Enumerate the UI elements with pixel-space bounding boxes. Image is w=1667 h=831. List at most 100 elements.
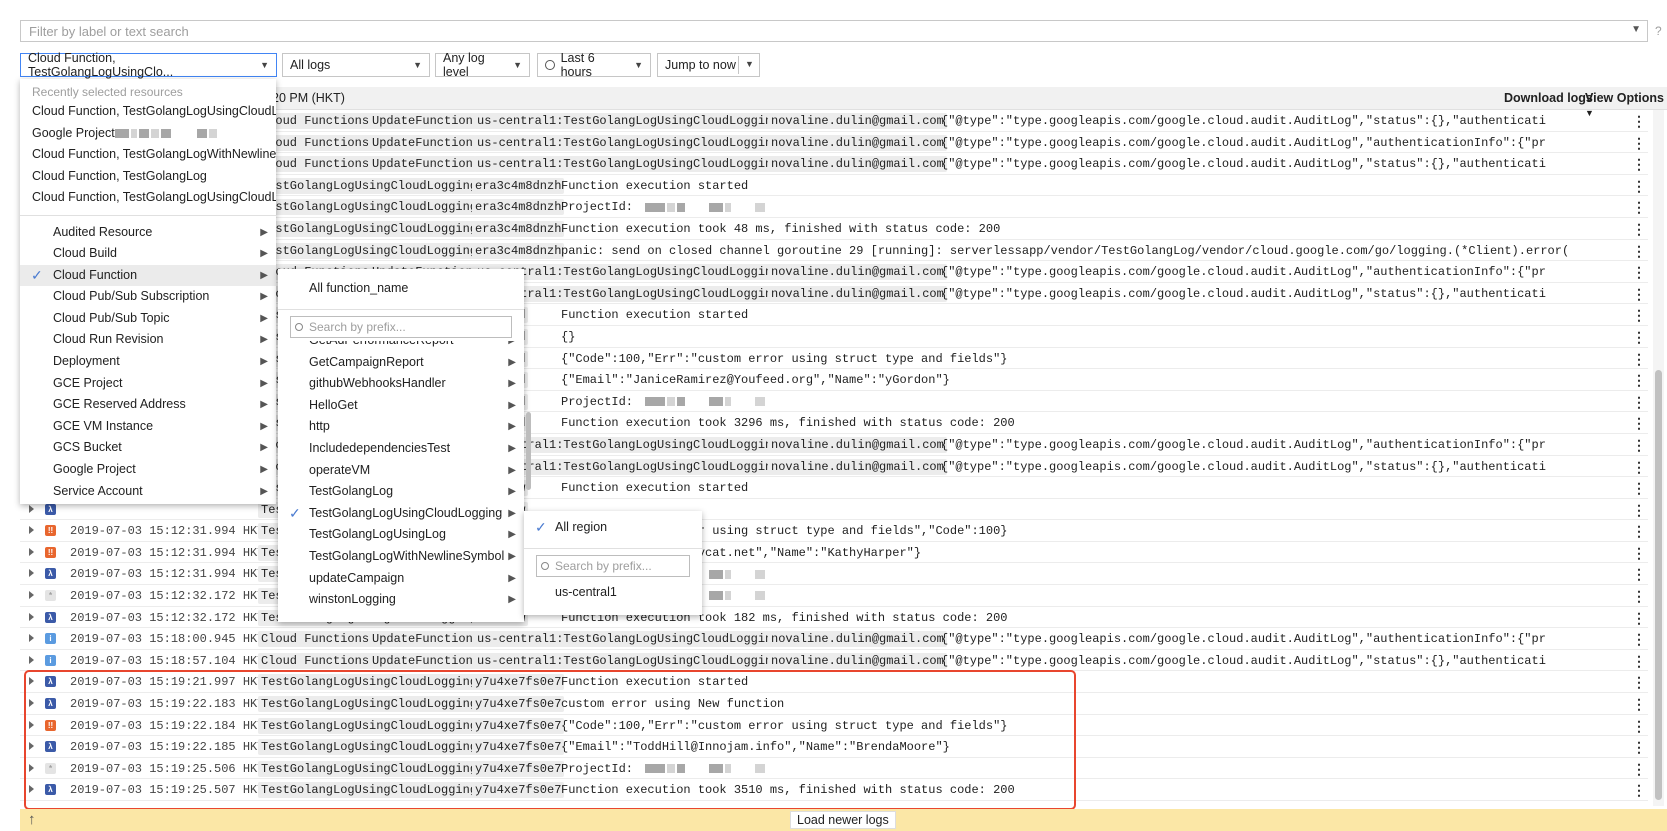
resource-type-item[interactable]: Service Account ▶: [20, 481, 276, 503]
log-field[interactable]: novaline.dulin@gmail.com: [768, 113, 947, 129]
resource-type-item[interactable]: Cloud Run Revision ▶: [20, 329, 276, 351]
help-icon[interactable]: ?: [1655, 24, 1662, 38]
more-vert-icon[interactable]: ⋮: [1632, 631, 1646, 648]
log-field[interactable]: us-central1:TestGolangLogUsingCloudLoggi…: [474, 113, 783, 129]
function-item[interactable]: TestGolangLogUsingLog ▶: [278, 524, 524, 546]
download-logs-button[interactable]: Download logs: [1504, 91, 1593, 105]
log-row[interactable]: !! 2019-07-03 15:12:31.994 HKT TestGolangL…: [20, 520, 1648, 542]
expand-arrow-icon[interactable]: [29, 655, 34, 664]
more-vert-icon[interactable]: ⋮: [1632, 264, 1646, 281]
log-field[interactable]: novaline.dulin@gmail.com: [768, 652, 947, 669]
more-vert-icon[interactable]: ⋮: [1632, 588, 1646, 605]
function-menu-scrollbar[interactable]: [526, 412, 531, 490]
recent-resource-item[interactable]: Cloud Function, TestGolangLogWithNewline…: [20, 144, 276, 166]
more-vert-icon[interactable]: ⋮: [1632, 566, 1646, 583]
more-vert-icon[interactable]: ⋮: [1632, 372, 1646, 389]
more-vert-icon[interactable]: ⋮: [1632, 415, 1646, 432]
more-vert-icon[interactable]: ⋮: [1632, 782, 1646, 799]
function-item[interactable]: IncludedependenciesTest ▶: [278, 438, 524, 460]
log-field[interactable]: novaline.dulin@gmail.com: [768, 285, 947, 302]
log-field[interactable]: era3c4m8dnzh: [472, 199, 565, 216]
function-item[interactable]: GetAdPerformanceReport ▶: [278, 341, 524, 352]
log-row[interactable]: *2019-07-03 15:12:32.172 HKTTestGolangLo…: [20, 585, 1648, 607]
more-vert-icon[interactable]: ⋮: [1632, 307, 1646, 324]
function-search-input[interactable]: Search by prefix...: [290, 316, 512, 338]
more-vert-icon[interactable]: ⋮: [1632, 674, 1646, 691]
resource-type-item[interactable]: GCE Reserved Address ▶: [20, 394, 276, 416]
more-vert-icon[interactable]: ⋮: [1632, 718, 1646, 735]
resource-type-item[interactable]: Cloud Pub/Sub Topic ▶: [20, 308, 276, 330]
expand-arrow-icon[interactable]: [29, 569, 34, 578]
log-field[interactable]: era3c4m8dnzh: [472, 220, 565, 237]
log-selector[interactable]: All logs ▼: [282, 53, 430, 77]
more-vert-icon[interactable]: ⋮: [1632, 653, 1646, 670]
more-vert-icon[interactable]: ⋮: [1632, 437, 1646, 454]
more-vert-icon[interactable]: ⋮: [1632, 394, 1646, 411]
more-vert-icon[interactable]: ⋮: [1632, 178, 1646, 195]
function-item[interactable]: HelloGet ▶: [278, 395, 524, 417]
resource-type-item[interactable]: Deployment ▶: [20, 351, 276, 373]
log-field[interactable]: novaline.dulin@gmail.com: [768, 631, 947, 648]
log-field[interactable]: UpdateFunction: [369, 156, 476, 173]
function-item[interactable]: winstonLogging ▶: [278, 589, 524, 611]
more-vert-icon[interactable]: ⋮: [1632, 502, 1646, 519]
more-vert-icon[interactable]: ⋮: [1632, 243, 1646, 260]
log-field[interactable]: us-central1:TestGolangLogUsingCloudLoggi…: [474, 631, 783, 648]
all-region-item[interactable]: ✓ All region: [524, 511, 702, 542]
log-field[interactable]: novaline.dulin@gmail.com: [768, 436, 947, 453]
all-function-name-item[interactable]: All function_name: [278, 269, 524, 303]
log-row[interactable]: λ2019-07-03 15:12:32.172 HKTTestGolangLo…: [20, 607, 1648, 629]
recent-resource-item[interactable]: Cloud Function, TestGolangLogUsingCloudL…: [20, 187, 276, 209]
log-row[interactable]: λ2019-07-03 15:12:31.994 HKTTestGolangLo…: [20, 563, 1648, 586]
log-field[interactable]: TestGolangLogUsingCloudLogging: [258, 242, 481, 259]
resource-type-item[interactable]: Google Project ▶: [20, 459, 276, 481]
more-vert-icon[interactable]: ⋮: [1632, 199, 1646, 216]
expand-arrow-icon[interactable]: [29, 591, 34, 600]
more-vert-icon[interactable]: ⋮: [1632, 113, 1646, 130]
log-field[interactable]: UpdateFunction: [369, 113, 476, 129]
log-field[interactable]: us-central1:TestGolangLogUsingCloudLoggi…: [474, 156, 783, 173]
more-vert-icon[interactable]: ⋮: [1632, 286, 1646, 303]
more-vert-icon[interactable]: ⋮: [1632, 351, 1646, 368]
log-field[interactable]: novaline.dulin@gmail.com: [768, 264, 947, 281]
jump-to-now-button[interactable]: Jump to now ▼: [657, 53, 760, 77]
function-item[interactable]: TestGolangLog ▶: [278, 481, 524, 503]
resource-type-item[interactable]: GCE VM Instance ▶: [20, 416, 276, 438]
resource-type-item[interactable]: ✓ Cloud Function ▶: [20, 264, 276, 287]
more-vert-icon[interactable]: ⋮: [1632, 739, 1646, 756]
more-vert-icon[interactable]: ⋮: [1632, 459, 1646, 476]
recent-resource-item[interactable]: Cloud Function, TestGolangLog: [20, 166, 276, 188]
function-item[interactable]: TestGolangLogWithNewlineSymbol ▶: [278, 546, 524, 568]
log-field[interactable]: UpdateFunction: [369, 631, 476, 648]
log-field[interactable]: era3c4m8dnzh: [472, 242, 565, 259]
resource-type-item[interactable]: Audited Resource ▶: [20, 222, 276, 244]
chevron-down-icon[interactable]: ▼: [745, 59, 754, 69]
expand-arrow-icon[interactable]: [29, 547, 34, 556]
log-field[interactable]: UpdateFunction: [369, 652, 476, 669]
time-range-selector[interactable]: Last 6 hours ▼: [537, 51, 651, 79]
log-field[interactable]: Cloud Functions: [258, 631, 373, 648]
load-newer-logs-button[interactable]: Load newer logs: [790, 811, 896, 829]
log-field[interactable]: novaline.dulin@gmail.com: [768, 156, 947, 173]
log-field[interactable]: novaline.dulin@gmail.com: [768, 458, 947, 475]
more-vert-icon[interactable]: ⋮: [1632, 221, 1646, 238]
function-item[interactable]: GetCampaignReport ▶: [278, 352, 524, 374]
expand-arrow-icon[interactable]: [29, 612, 34, 621]
resource-type-item[interactable]: Cloud Pub/Sub Subscription ▶: [20, 286, 276, 308]
expand-arrow-icon[interactable]: [29, 526, 34, 535]
more-vert-icon[interactable]: ⋮: [1632, 480, 1646, 497]
chevron-down-icon[interactable]: ▼: [1631, 24, 1641, 35]
recent-resource-item[interactable]: Google Project: [20, 123, 276, 145]
more-vert-icon[interactable]: ⋮: [1632, 156, 1646, 173]
more-vert-icon[interactable]: ⋮: [1632, 761, 1646, 778]
log-field[interactable]: TestGolangLogUsingCloudLogging: [258, 220, 481, 237]
function-item[interactable]: updateCampaign ▶: [278, 568, 524, 590]
expand-arrow-icon[interactable]: [29, 634, 34, 643]
function-item[interactable]: ✓ TestGolangLogUsingCloudLogging ▶: [278, 503, 524, 525]
log-field[interactable]: TestGolangLogUsingCloudLogging: [258, 177, 481, 194]
more-vert-icon[interactable]: ⋮: [1632, 696, 1646, 713]
resource-type-item[interactable]: Cloud Build ▶: [20, 243, 276, 265]
log-field[interactable]: Cloud Functions: [258, 652, 373, 669]
more-vert-icon[interactable]: ⋮: [1632, 329, 1646, 346]
log-field[interactable]: TestGolangLogUsingCloudLogging: [258, 199, 481, 216]
